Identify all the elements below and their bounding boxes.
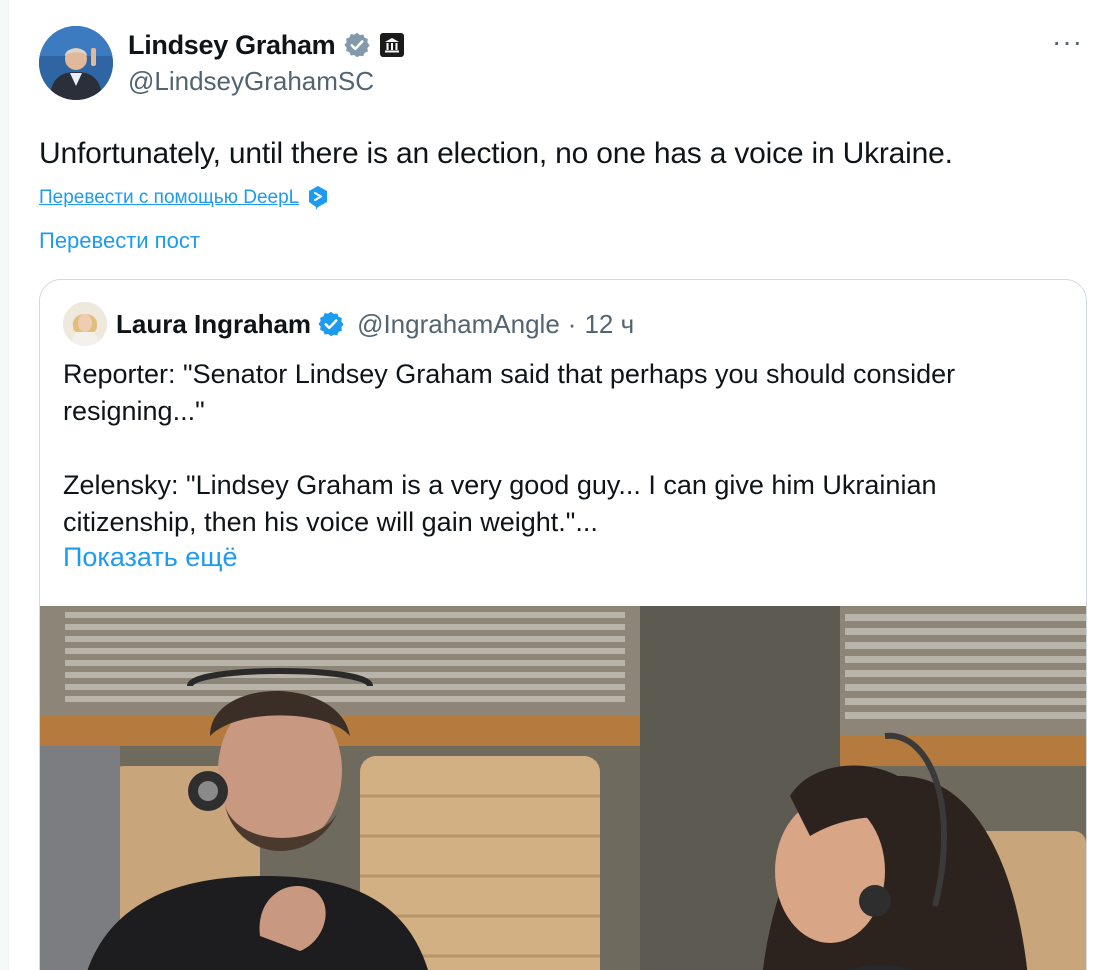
translate-post-link[interactable]: Перевести пост [39, 228, 200, 254]
video-frame-image [40, 606, 1086, 970]
deepl-translate-link[interactable]: Перевести с помощью DeepL [39, 187, 299, 209]
deepl-icon[interactable] [307, 185, 329, 211]
timeline-border [0, 0, 9, 970]
verified-badge-icon[interactable] [317, 310, 345, 338]
quoted-header: Laura Ingraham @IngrahamAngle · 12 ч [116, 306, 634, 342]
quoted-timestamp[interactable]: 12 ч [584, 309, 634, 340]
quoted-tweet[interactable]: Laura Ingraham @IngrahamAngle · 12 ч Rep… [39, 279, 1087, 970]
quoted-author-avatar[interactable] [63, 302, 107, 346]
tweet-page: Lindsey Graham @LindseyGrahamSC ··· Unfo… [0, 0, 1119, 970]
quoted-paragraph-zelensky: Zelensky: "Lindsey Graham is a very good… [63, 470, 937, 537]
author-display-name[interactable]: Lindsey Graham [128, 30, 336, 61]
author-name-row: Lindsey Graham [128, 26, 405, 64]
quoted-handle[interactable]: @IngrahamAngle [357, 309, 560, 340]
tweet-text: Unfortunately, until there is an electio… [39, 137, 953, 170]
verified-badge-icon[interactable] [343, 31, 371, 59]
quoted-media-video[interactable] [40, 606, 1086, 970]
separator-dot: · [567, 308, 577, 339]
quoted-paragraph-reporter: Reporter: "Senator Lindsey Graham said t… [63, 359, 956, 426]
quoted-display-name[interactable]: Laura Ingraham [116, 309, 311, 340]
author-avatar[interactable] [39, 26, 113, 100]
government-building-icon[interactable] [379, 32, 405, 58]
more-options-icon[interactable]: ··· [1052, 28, 1083, 56]
author-handle[interactable]: @LindseyGrahamSC [128, 66, 374, 97]
show-more-link[interactable]: Показать ещё [63, 542, 238, 573]
quoted-text: Reporter: "Senator Lindsey Graham said t… [63, 356, 1063, 541]
deepl-translate-row: Перевести с помощью DeepL [39, 185, 329, 211]
